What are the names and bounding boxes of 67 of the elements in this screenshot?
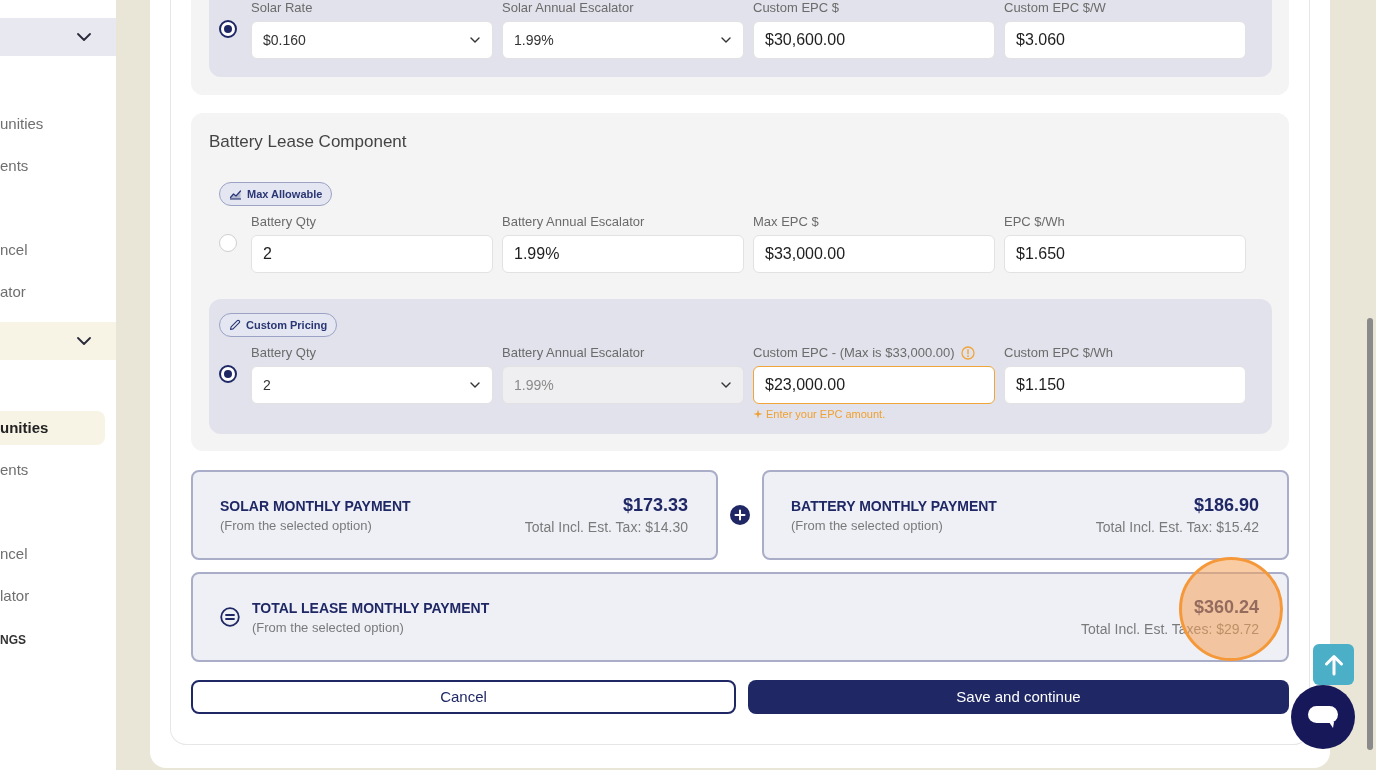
badge-label: Max Allowable — [247, 188, 323, 200]
sidebar-item[interactable]: ents — [0, 458, 29, 482]
payment-tax: Total Incl. Est. Tax: $14.30 — [524, 518, 688, 536]
field-label: Custom EPC - (Max is $33,000.00) — [753, 345, 955, 361]
payment-title: BATTERY MONTHLY PAYMENT — [791, 496, 997, 515]
field-label: Solar Annual Escalator — [502, 0, 634, 16]
input-field[interactable]: $30,600.00 — [753, 21, 995, 59]
sidebar-item[interactable]: unities — [0, 411, 105, 445]
field-label: Custom EPC $ — [753, 0, 839, 16]
payment-subtitle: (From the selected option) — [252, 619, 405, 636]
hint-text: Enter your EPC amount. — [766, 408, 886, 420]
input-field[interactable]: $1.150 — [1004, 366, 1246, 404]
radio-button[interactable] — [219, 365, 237, 383]
payment-amount: $360.24 — [1193, 596, 1259, 618]
sidebar-item[interactable]: ents — [0, 154, 29, 178]
select-field: 1.99% — [502, 366, 744, 404]
info-icon — [960, 346, 975, 360]
field-label: Max EPC $ — [753, 214, 819, 230]
sidebar-item[interactable]: ncel — [0, 238, 28, 262]
select-field[interactable]: 1.99% — [502, 21, 744, 59]
sparkle-icon — [753, 409, 763, 419]
chevron-down-icon — [721, 37, 731, 43]
scrollbar-thumb[interactable] — [1367, 318, 1373, 750]
input-field[interactable]: 1.99% — [502, 235, 744, 273]
sidebar-item[interactable]: lator — [0, 584, 30, 608]
payment-title: TOTAL LEASE MONTHLY PAYMENT — [252, 598, 490, 617]
input-field[interactable]: $1.650 — [1004, 235, 1246, 273]
field-label: Battery Annual Escalator — [502, 214, 645, 230]
cancel-button[interactable]: Cancel — [191, 680, 736, 714]
badge-label: Custom Pricing — [246, 319, 328, 331]
chart-icon — [229, 188, 242, 200]
input-field[interactable]: $33,000.00 — [753, 235, 995, 273]
sidebar-section-label: NGS — [0, 632, 26, 649]
select-field[interactable]: $0.160 — [251, 21, 493, 59]
input-field[interactable]: $23,000.00 — [753, 366, 995, 404]
sidebar-item[interactable]: unities — [0, 112, 44, 136]
chevron-down-icon — [470, 37, 480, 43]
field-label: Battery Qty — [251, 345, 317, 361]
section-title: Battery Lease Component — [209, 131, 407, 153]
field-label: Custom EPC $/Wh — [1004, 345, 1114, 361]
input-field[interactable]: 2 — [251, 235, 493, 273]
chevron-down-icon — [470, 382, 480, 388]
radio-button[interactable] — [219, 20, 237, 38]
sidebar-item[interactable]: ncel — [0, 542, 28, 566]
sidebar-item[interactable]: ator — [0, 280, 26, 304]
chat-button[interactable] — [1291, 685, 1355, 749]
payment-subtitle: (From the selected option) — [220, 517, 373, 534]
payment-title: SOLAR MONTHLY PAYMENT — [220, 496, 411, 515]
equals-icon — [220, 607, 240, 627]
payment-amount: $186.90 — [1193, 494, 1259, 516]
payment-subtitle: (From the selected option) — [791, 517, 944, 534]
payment-tax: Total Incl. Est. Tax: $15.42 — [1095, 518, 1259, 536]
payment-amount: $173.33 — [622, 494, 688, 516]
field-label: Custom EPC $/W — [1004, 0, 1106, 16]
field-label: EPC $/Wh — [1004, 214, 1065, 230]
pencil-icon — [229, 319, 241, 331]
select-field[interactable]: 2 — [251, 366, 493, 404]
chevron-down-icon — [721, 382, 731, 388]
field-label: Solar Rate — [251, 0, 313, 16]
chat-bubble-icon — [1307, 705, 1339, 729]
scroll-top-button[interactable] — [1313, 644, 1354, 685]
field-label: Battery Qty — [251, 214, 317, 230]
save-button[interactable]: Save and continue — [748, 680, 1289, 714]
input-field[interactable]: $3.060 — [1004, 21, 1246, 59]
field-label: Battery Annual Escalator — [502, 345, 645, 361]
arrow-up-icon — [1323, 653, 1344, 676]
plus-icon — [730, 505, 750, 525]
